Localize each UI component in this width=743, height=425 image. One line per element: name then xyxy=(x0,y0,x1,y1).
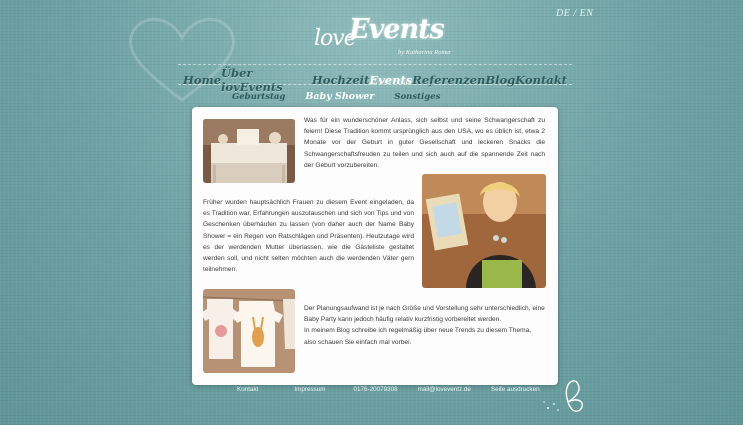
subnav-item-baby-shower[interactable]: Baby Shower xyxy=(305,91,374,102)
photo-baby-clothes xyxy=(203,289,295,373)
lang-en-link[interactable]: EN xyxy=(580,8,594,19)
main-navigation: Home Über lovEvents Hochzeit Events Refe… xyxy=(183,66,567,94)
lang-separator: / xyxy=(573,8,577,19)
intro-paragraph: Was für ein wunderschöner Anlass, sich s… xyxy=(304,117,545,169)
subnav-item-sonstiges[interactable]: Sonstiges xyxy=(394,92,440,102)
site-logo[interactable]: love Events by Katharina Romer xyxy=(312,8,451,60)
blog-hint-paragraph: In meinem Blog schreibe ich regelmäßig ü… xyxy=(304,327,532,346)
footer-print-link[interactable]: Seite ausdrucken xyxy=(491,386,540,393)
nav-divider-bottom xyxy=(178,84,572,85)
site-footer: Kontakt Impressum 0176-20079308 mail@lov… xyxy=(237,386,540,393)
footer-impressum-link[interactable]: Impressum xyxy=(294,386,325,393)
language-switcher: DE / EN xyxy=(556,8,593,19)
planning-text: Der Planungsaufwand ist je nach Größe un… xyxy=(304,303,545,348)
logo-byline: by Katharina Romer xyxy=(398,49,452,56)
nav-item-ueber-lovevents[interactable]: Über lovEvents xyxy=(221,66,312,94)
planning-paragraph: Der Planungsaufwand ist je nach Größe un… xyxy=(304,305,545,324)
footer-phone: 0176-20079308 xyxy=(353,386,398,393)
logo-events-text: Events xyxy=(349,14,445,45)
heart-decoration-icon xyxy=(129,17,235,102)
photo-woman-with-gift xyxy=(422,174,546,288)
footer-kontakt-link[interactable]: Kontakt xyxy=(237,386,258,393)
photo-baby-shower-table xyxy=(203,119,295,183)
footer-email-link[interactable]: mail@loveventz.de xyxy=(418,386,471,393)
content-panel: Was für ein wunderschöner Anlass, sich s… xyxy=(192,107,558,385)
nav-divider-top xyxy=(178,64,572,65)
subnav-item-geburtstag[interactable]: Geburtstag xyxy=(232,92,285,102)
lang-de-link[interactable]: DE xyxy=(556,8,570,19)
sub-navigation: Geburtstag Baby Shower Sonstiges xyxy=(232,91,440,102)
butterfly-icon xyxy=(543,380,584,412)
history-paragraph: Früher wurden hauptsächlich Frauen zu di… xyxy=(203,199,414,274)
